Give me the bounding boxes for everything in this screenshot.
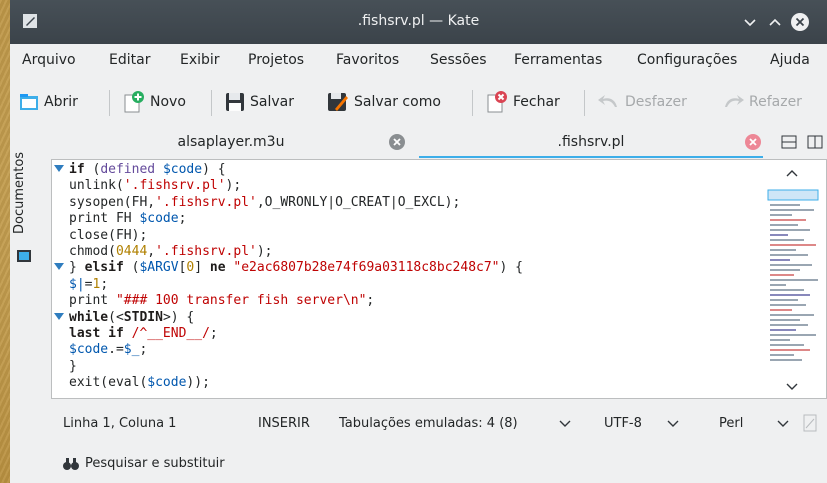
new-button[interactable]: Novo	[122, 88, 186, 116]
minimap-preview	[767, 189, 819, 361]
code-line: close(FH);	[69, 227, 148, 243]
documents-sidebar-tab[interactable]: Documentos	[10, 128, 48, 398]
code-line: print FH $code;	[69, 211, 187, 227]
binoculars-icon	[63, 458, 79, 470]
menu-ferramentas[interactable]: Ferramentas	[514, 52, 602, 68]
fold-arrow-icon[interactable]	[54, 165, 64, 172]
close-document-icon	[487, 91, 507, 113]
input-mode[interactable]: INSERIR	[258, 416, 310, 431]
save-button[interactable]: Salvar	[224, 88, 294, 116]
status-bar: Linha 1, Coluna 1 INSERIR Tabulações emu…	[51, 400, 827, 446]
document-list-icon	[17, 250, 31, 262]
documents-tab-label: Documentos	[12, 151, 27, 235]
scroll-up-icon[interactable]	[785, 168, 799, 178]
close-window-icon[interactable]	[790, 12, 810, 32]
code-line: last if /^__END__/;	[69, 325, 218, 341]
toolbar-separator	[584, 90, 585, 116]
tab-fishsrv[interactable]: .fishsrv.pl	[419, 128, 763, 158]
kate-window: .fishsrv.pl — Kate Arquivo Editar Exibir…	[10, 0, 827, 483]
code-line: $code.=$_;	[69, 342, 148, 358]
main-toolbar: Abrir Novo Salvar Salvar como Fechar Des…	[10, 76, 827, 128]
menu-configuracoes[interactable]: Configurações	[637, 52, 737, 68]
menu-ajuda[interactable]: Ajuda	[770, 52, 810, 68]
open-button[interactable]: Abrir	[18, 88, 78, 116]
menu-favoritos[interactable]: Favoritos	[336, 52, 399, 68]
code-line: } elsif ($ARGV[0] ne "e2ac6807b28e74f69a…	[52, 260, 523, 276]
minimap-scrollbar[interactable]	[760, 160, 826, 398]
syntax-mode-selector[interactable]: Perl	[719, 416, 743, 431]
chevron-down-icon[interactable]	[777, 420, 789, 428]
code-line: print "### 100 transfer fish server\n";	[69, 293, 375, 309]
code-line: $|=1;	[69, 276, 109, 292]
tab-alsaplayer[interactable]: alsaplayer.m3u	[51, 128, 411, 156]
split-view-icon[interactable]	[781, 134, 797, 150]
scroll-down-icon[interactable]	[785, 382, 799, 392]
undo-button[interactable]: Desfazer	[597, 88, 687, 116]
toolbar-separator	[109, 90, 110, 116]
chevron-down-icon[interactable]	[559, 420, 571, 428]
code-line: if (defined $code) {	[52, 162, 523, 178]
redo-icon	[725, 95, 744, 107]
document-status-icon[interactable]	[803, 414, 817, 432]
split-vertical-icon[interactable]	[807, 134, 823, 150]
close-document-button[interactable]: Fechar	[485, 88, 560, 116]
code-line: chmod(0444,'.fishsrv.pl');	[69, 243, 273, 259]
menu-exibir[interactable]: Exibir	[180, 52, 220, 68]
toolbar-separator	[211, 90, 212, 116]
menu-bar: Arquivo Editar Exibir Projetos Favoritos…	[10, 44, 827, 76]
code-line: exit(eval($code));	[69, 375, 210, 391]
code-view: if (defined $code) { unlink('.fishsrv.pl…	[52, 162, 523, 391]
toolbar-separator	[472, 90, 473, 116]
menu-editar[interactable]: Editar	[109, 52, 150, 68]
undo-icon	[598, 95, 617, 107]
fold-arrow-icon[interactable]	[54, 312, 64, 320]
chevron-down-icon[interactable]	[667, 420, 679, 428]
menu-sessoes[interactable]: Sessões	[430, 52, 487, 68]
code-line: unlink('.fishsrv.pl');	[69, 178, 242, 194]
code-line: sysopen(FH,'.fishsrv.pl',O_WRONLY|O_CREA…	[69, 194, 461, 210]
close-tab-icon[interactable]	[389, 134, 405, 150]
save-as-button[interactable]: Salvar como	[326, 88, 441, 116]
code-line: }	[69, 358, 77, 374]
close-tab-icon[interactable]	[745, 134, 761, 150]
menu-arquivo[interactable]: Arquivo	[22, 52, 76, 68]
fold-arrow-icon[interactable]	[54, 263, 64, 271]
code-line: while(<STDIN>) {	[52, 310, 523, 326]
minimize-icon[interactable]	[740, 12, 760, 32]
cursor-position[interactable]: Linha 1, Coluna 1	[63, 416, 176, 431]
folder-open-icon	[20, 94, 38, 110]
encoding-selector[interactable]: UTF-8	[604, 416, 642, 431]
menu-projetos[interactable]: Projetos	[248, 52, 304, 68]
save-as-icon	[328, 93, 348, 111]
floppy-save-icon	[226, 93, 244, 111]
title-bar[interactable]: .fishsrv.pl — Kate	[10, 0, 827, 44]
window-title: .fishsrv.pl — Kate	[357, 13, 480, 29]
new-document-icon	[124, 91, 144, 113]
document-tab-bar: alsaplayer.m3u .fishsrv.pl	[51, 128, 827, 158]
redo-button[interactable]: Refazer	[721, 88, 802, 116]
maximize-icon[interactable]	[765, 12, 785, 32]
code-editor[interactable]: if (defined $code) { unlink('.fishsrv.pl…	[51, 159, 827, 399]
indent-settings[interactable]: Tabulações emuladas: 4 (8)	[339, 416, 518, 431]
